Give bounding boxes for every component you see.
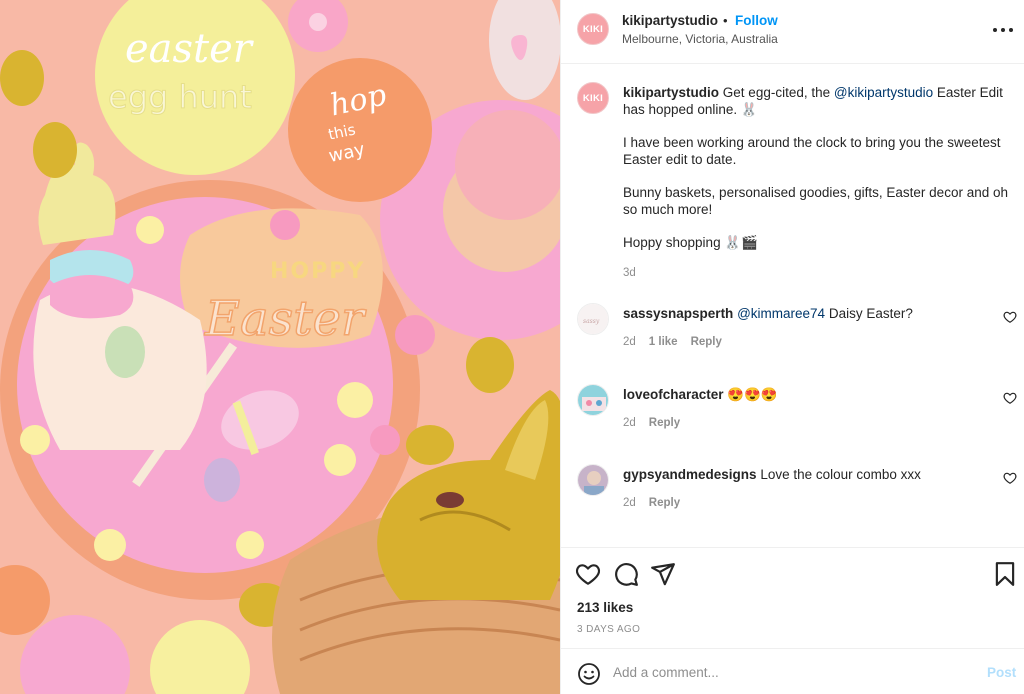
comment-like-heart-icon[interactable]	[1003, 471, 1017, 485]
comment-input[interactable]	[613, 659, 973, 685]
post-comment-button[interactable]: Post	[987, 665, 1016, 680]
topper-easter-text: easter	[125, 26, 255, 72]
comment-item: loveofcharacter 😍😍😍 2d Reply	[561, 384, 1024, 454]
caption-meta: 3d	[623, 267, 636, 279]
header-separator: •	[723, 13, 728, 28]
likes-count[interactable]: 213 likes	[577, 600, 633, 615]
more-options-button[interactable]	[991, 18, 1015, 42]
commenter-avatar[interactable]	[577, 464, 609, 496]
reply-button[interactable]: Reply	[649, 497, 680, 509]
post-date[interactable]: 3 DAYS AGO	[577, 624, 640, 635]
heart-icon[interactable]	[575, 561, 601, 587]
caption-paragraph-3: Bunny baskets, personalised goodies, gif…	[623, 185, 1008, 217]
comment-mention[interactable]: @kimmaree74	[737, 306, 825, 321]
svg-text:sassy: sassy	[583, 318, 600, 325]
comment-item: gypsyandmedesigns Love the colour combo …	[561, 464, 1024, 534]
share-icon[interactable]	[650, 561, 676, 587]
location-link[interactable]: Melbourne, Victoria, Australia	[622, 32, 778, 46]
bookmark-icon[interactable]	[992, 561, 1018, 587]
caption-username[interactable]: kikipartystudio	[623, 85, 719, 100]
add-comment-bar: Post	[561, 648, 1024, 694]
comment-text: 😍😍😍	[727, 387, 778, 402]
caption-mention[interactable]: @kikipartystudio	[834, 85, 933, 100]
author-username[interactable]: kikipartystudio	[622, 13, 718, 28]
commenter-avatar[interactable]	[577, 384, 609, 416]
post-image[interactable]: easter egg hunt hop this way HOPPY Easte…	[0, 0, 560, 694]
commenter-avatar[interactable]: sassy	[577, 303, 609, 335]
caption-body: kikipartystudio Get egg-cited, the @kiki…	[623, 84, 1013, 267]
caption-paragraph-2: I have been working around the clock to …	[623, 135, 1001, 167]
post-actions: 213 likes 3 DAYS AGO	[561, 547, 1024, 648]
caption-avatar[interactable]: KIKI	[577, 82, 609, 114]
reply-button[interactable]: Reply	[649, 417, 680, 429]
comment-like-heart-icon[interactable]	[1003, 310, 1017, 324]
follow-button[interactable]: Follow	[735, 13, 778, 28]
svg-text:Easter: Easter	[204, 291, 367, 347]
comment-username[interactable]: sassysnapsperth	[623, 306, 733, 321]
comment-time[interactable]: 2d	[623, 336, 636, 348]
svg-text:HOPPY: HOPPY	[270, 259, 365, 284]
comment-icon[interactable]	[613, 561, 639, 587]
comment-text: Daisy Easter?	[825, 306, 913, 321]
author-avatar[interactable]: KIKI	[577, 13, 609, 45]
more-horizontal-icon	[993, 28, 997, 32]
comment-text: Love the colour combo xxx	[760, 467, 921, 482]
caption-paragraph-4: Hoppy shopping 🐰🎬	[623, 235, 758, 250]
caption-time[interactable]: 3d	[623, 267, 636, 279]
comment-item: sassy sassysnapsperth @kimmaree74 Daisy …	[561, 303, 1024, 373]
comment-time[interactable]: 2d	[623, 417, 636, 429]
caption-text-part1: Get egg-cited, the	[722, 85, 834, 100]
post-header: KIKI kikipartystudio • Follow Melbourne,…	[561, 0, 1024, 64]
reply-button[interactable]: Reply	[691, 336, 722, 348]
post-details-panel: KIKI kikipartystudio • Follow Melbourne,…	[560, 0, 1024, 694]
comment-time[interactable]: 2d	[623, 497, 636, 509]
comment-like-heart-icon[interactable]	[1003, 391, 1017, 405]
orange-topper	[288, 58, 432, 202]
post-photo-illustration: easter egg hunt hop this way HOPPY Easte…	[0, 0, 560, 694]
topper-egg-hunt-text: egg hunt	[108, 78, 252, 116]
comment-likes[interactable]: 1 like	[649, 336, 678, 348]
smiley-icon[interactable]	[577, 662, 601, 686]
comment-username[interactable]: loveofcharacter	[623, 387, 724, 402]
comments-list[interactable]: KIKI kikipartystudio Get egg-cited, the …	[561, 65, 1024, 547]
comment-username[interactable]: gypsyandmedesigns	[623, 467, 757, 482]
